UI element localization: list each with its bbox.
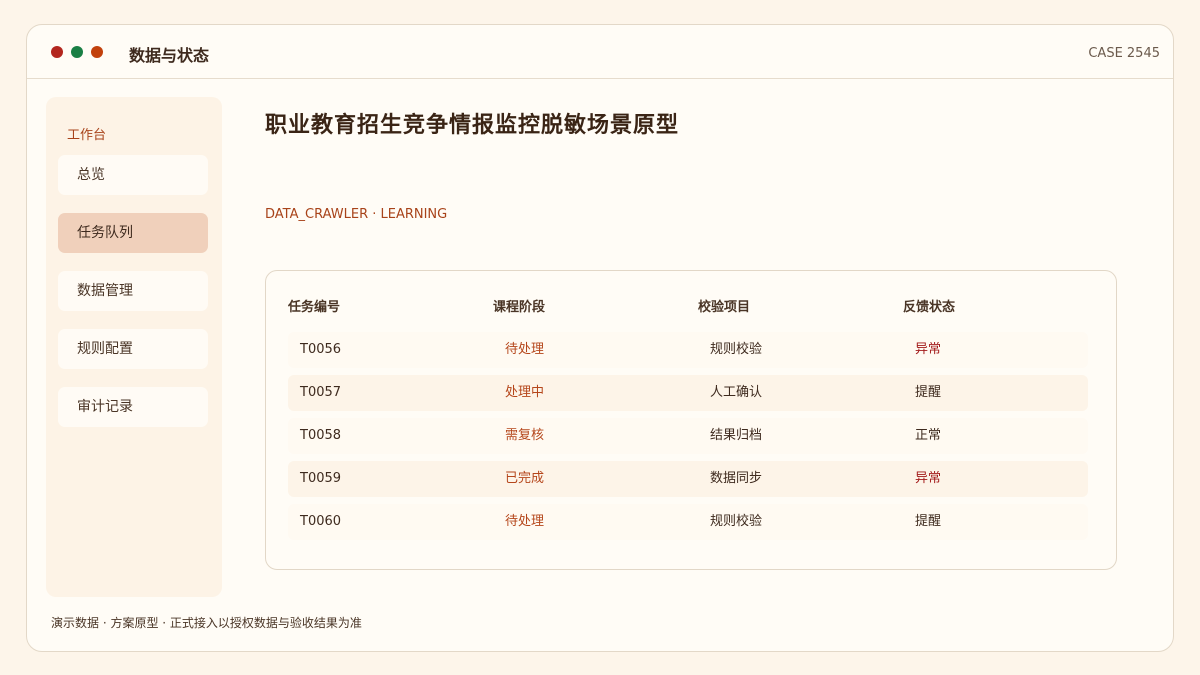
table-row[interactable]: T0057 处理中 人工确认 提醒 xyxy=(288,375,1088,411)
sidebar-heading: 工作台 xyxy=(67,128,107,143)
task-id-cell: T0056 xyxy=(300,342,342,357)
minimize-window-button[interactable] xyxy=(91,46,103,58)
task-table: 任务编号 课程阶段 校验项目 反馈状态 T0056 待处理 规则校验 异常 T0… xyxy=(265,270,1117,570)
sidebar-item-data-management[interactable]: 数据管理 xyxy=(58,271,208,311)
footer-note: 演示数据 · 方案原型 · 正式接入以授权数据与验收结果为准 xyxy=(51,616,362,630)
task-id-cell: T0058 xyxy=(300,428,342,443)
table-row[interactable]: T0058 需复核 结果归档 正常 xyxy=(288,418,1088,454)
app-window: 数据与状态 CASE 2545 工作台 总览 任务队列 数据管理 规则配置 审计… xyxy=(26,24,1174,652)
column-header-course-stage: 课程阶段 xyxy=(493,300,546,315)
check-cell: 规则校验 xyxy=(710,514,763,529)
check-cell: 结果归档 xyxy=(710,428,763,443)
table-row[interactable]: T0060 待处理 规则校验 提醒 xyxy=(288,504,1088,540)
maximize-window-button[interactable] xyxy=(71,46,83,58)
status-cell: 提醒 xyxy=(915,385,942,400)
status-cell: 正常 xyxy=(915,428,942,443)
task-id-cell: T0060 xyxy=(300,514,342,529)
table-row[interactable]: T0056 待处理 规则校验 异常 xyxy=(288,332,1088,368)
column-header-task-id: 任务编号 xyxy=(288,300,341,315)
window-title: 数据与状态 xyxy=(129,46,210,65)
stage-cell: 待处理 xyxy=(505,342,545,357)
sidebar: 工作台 总览 任务队列 数据管理 规则配置 审计记录 xyxy=(46,97,222,597)
case-id: CASE 2545 xyxy=(1088,46,1160,61)
task-id-cell: T0057 xyxy=(300,385,342,400)
title-bar: 数据与状态 CASE 2545 xyxy=(27,25,1173,79)
column-header-feedback-status: 反馈状态 xyxy=(903,300,956,315)
check-cell: 人工确认 xyxy=(710,385,763,400)
stage-cell: 处理中 xyxy=(505,385,545,400)
check-cell: 规则校验 xyxy=(710,342,763,357)
close-window-button[interactable] xyxy=(51,46,63,58)
page-title: 职业教育招生竞争情报监控脱敏场景原型 xyxy=(265,113,680,138)
stage-cell: 待处理 xyxy=(505,514,545,529)
status-cell: 提醒 xyxy=(915,514,942,529)
sidebar-item-overview[interactable]: 总览 xyxy=(58,155,208,195)
sidebar-item-rule-config[interactable]: 规则配置 xyxy=(58,329,208,369)
stage-cell: 需复核 xyxy=(505,428,545,443)
source-tag: DATA_CRAWLER · LEARNING xyxy=(265,207,448,222)
column-header-check-item: 校验项目 xyxy=(698,300,751,315)
status-cell: 异常 xyxy=(915,342,942,357)
status-cell: 异常 xyxy=(915,471,942,486)
task-id-cell: T0059 xyxy=(300,471,342,486)
stage-cell: 已完成 xyxy=(505,471,545,486)
sidebar-item-audit-log[interactable]: 审计记录 xyxy=(58,387,208,427)
check-cell: 数据同步 xyxy=(710,471,763,486)
table-row[interactable]: T0059 已完成 数据同步 异常 xyxy=(288,461,1088,497)
sidebar-item-task-queue[interactable]: 任务队列 xyxy=(58,213,208,253)
